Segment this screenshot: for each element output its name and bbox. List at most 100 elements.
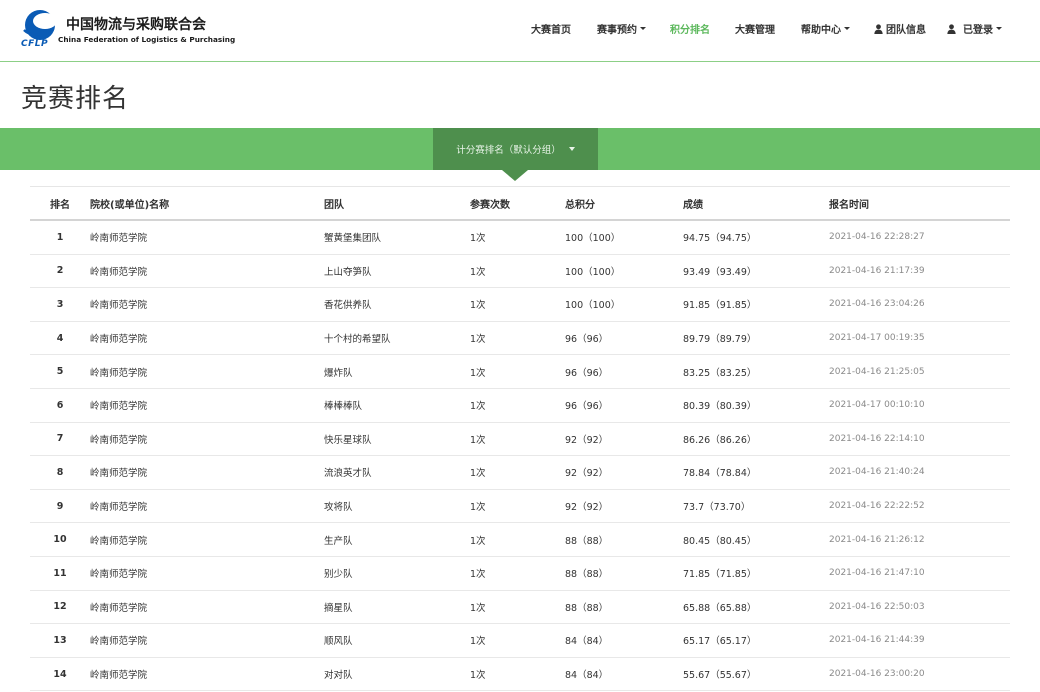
cell-result: 80.45（80.45） — [683, 522, 829, 557]
cell-rank: 12 — [30, 590, 90, 625]
cell-rank: 13 — [30, 623, 90, 658]
cell-school-name: 岭南师范学院 — [90, 522, 324, 557]
column-header-rank: 排名 — [30, 186, 90, 221]
cell-team-name: 生产队 — [324, 522, 470, 557]
nav-label: 帮助中心 — [801, 25, 841, 36]
cell-school-name: 岭南师范学院 — [90, 254, 324, 289]
cell-total-score: 88（88） — [565, 590, 683, 625]
cell-participation-count: 1次 — [470, 321, 565, 356]
cell-school-name: 岭南师范学院 — [90, 590, 324, 625]
cell-total-score: 96（96） — [565, 321, 683, 356]
cell-participation-count: 1次 — [470, 657, 565, 692]
cell-team-name: 快乐星球队 — [324, 422, 470, 457]
cell-total-score: 96（96） — [565, 354, 683, 389]
nav-item-ranking[interactable]: 积分排名 — [670, 21, 710, 36]
cell-total-score: 92（92） — [565, 455, 683, 490]
column-header-school-name: 院校(或单位)名称 — [90, 186, 324, 221]
page-title: 竞赛排名 — [21, 84, 130, 114]
nav-item-management[interactable]: 大赛管理 — [735, 21, 775, 36]
cell-rank: 5 — [30, 354, 90, 389]
cell-rank: 14 — [30, 657, 90, 692]
cell-school-name: 岭南师范学院 — [90, 220, 324, 255]
cell-signup-time: 2021-04-16 22:22:52 — [829, 489, 1010, 524]
caret-down-icon — [844, 27, 850, 30]
cell-team-name: 摘星队 — [324, 590, 470, 625]
cell-rank: 1 — [30, 220, 90, 255]
cell-rank: 3 — [30, 287, 90, 322]
cell-participation-count: 1次 — [470, 254, 565, 289]
cell-team-name: 顺风队 — [324, 623, 470, 658]
cell-signup-time: 2021-04-16 22:28:27 — [829, 220, 1010, 255]
cell-signup-time: 2021-04-16 22:14:10 — [829, 422, 1010, 457]
group-selector-label: 计分赛排名（默认分组） — [456, 145, 561, 156]
cell-team-name: 攻将队 — [324, 489, 470, 524]
cell-rank: 6 — [30, 388, 90, 423]
cell-total-score: 84（84） — [565, 623, 683, 658]
group-selector-dropdown[interactable]: 计分赛排名（默认分组） — [433, 128, 598, 170]
column-header-team-name: 团队 — [324, 186, 470, 221]
nav-item-home[interactable]: 大赛首页 — [531, 21, 571, 36]
main-nav: 大赛首页 赛事预约 积分排名 大赛管理 帮助中心 团队信息 已登录 — [0, 0, 1040, 58]
table-row: 7 岭南师范学院 快乐星球队 1次 92（92） 86.26（86.26） 2021-04-… — [30, 422, 1010, 457]
table-header-row: 排名 院校(或单位)名称 团队 参赛次数 总积分 成绩 报名时间 — [30, 186, 1010, 221]
caret-down-icon — [640, 27, 646, 30]
cell-signup-time: 2021-04-17 00:19:35 — [829, 321, 1010, 356]
cell-team-name: 流浪英才队 — [324, 455, 470, 490]
cell-participation-count: 1次 — [470, 590, 565, 625]
cell-result: 93.49（93.49） — [683, 254, 829, 289]
nav-label: 积分排名 — [670, 25, 710, 36]
table-row: 8 岭南师范学院 流浪英才队 1次 92（92） 78.84（78.84） 2021-04-… — [30, 455, 1010, 490]
cell-team-name: 香花供养队 — [324, 287, 470, 322]
cell-signup-time: 2021-04-16 21:25:05 — [829, 354, 1010, 389]
nav-item-user-menu[interactable]: 已登录 — [947, 21, 1002, 36]
cell-signup-time: 2021-04-16 21:26:12 — [829, 522, 1010, 557]
cell-participation-count: 1次 — [470, 556, 565, 591]
cell-signup-time: 2021-04-16 23:04:26 — [829, 287, 1010, 322]
cell-signup-time: 2021-04-17 00:10:10 — [829, 388, 1010, 423]
nav-label: 团队信息 — [886, 25, 926, 36]
table-row: 10 岭南师范学院 生产队 1次 88（88） 80.45（80.45） 2021-04-1… — [30, 522, 1010, 557]
cell-participation-count: 1次 — [470, 422, 565, 457]
cell-total-score: 96（96） — [565, 388, 683, 423]
table-row: 2 岭南师范学院 上山夺笋队 1次 100（100） 93.49（93.49） 2021-0… — [30, 254, 1010, 289]
cell-school-name: 岭南师范学院 — [90, 489, 324, 524]
cell-school-name: 岭南师范学院 — [90, 388, 324, 423]
cell-rank: 7 — [30, 422, 90, 457]
cell-signup-time: 2021-04-16 23:00:20 — [829, 657, 1010, 692]
selector-pointer-arrow — [502, 170, 528, 181]
table-row: 13 岭南师范学院 顺风队 1次 84（84） 65.17（65.17） 2021-04-1… — [30, 623, 1010, 658]
cell-school-name: 岭南师范学院 — [90, 455, 324, 490]
cell-school-name: 岭南师范学院 — [90, 657, 324, 692]
nav-item-team-info[interactable]: 团队信息 — [874, 21, 926, 36]
cell-result: 86.26（86.26） — [683, 422, 829, 457]
cell-team-name: 别少队 — [324, 556, 470, 591]
cell-participation-count: 1次 — [470, 489, 565, 524]
cell-signup-time: 2021-04-16 22:50:03 — [829, 590, 1010, 625]
cell-school-name: 岭南师范学院 — [90, 287, 324, 322]
cell-participation-count: 1次 — [470, 220, 565, 255]
cell-rank: 9 — [30, 489, 90, 524]
nav-label: 大赛管理 — [735, 25, 775, 36]
nav-item-booking[interactable]: 赛事预约 — [597, 21, 646, 36]
cell-result: 55.67（55.67） — [683, 657, 829, 692]
cell-rank: 4 — [30, 321, 90, 356]
ranking-table-container: 排名 院校(或单位)名称 团队 参赛次数 总积分 成绩 报名时间 1 岭南师范学院 蟹黄堡集团队… — [30, 186, 1010, 692]
caret-down-icon — [996, 27, 1002, 30]
cell-total-score: 84（84） — [565, 657, 683, 692]
table-body: 1 岭南师范学院 蟹黄堡集团队 1次 100（100） 94.75（94.75） 2021-… — [30, 220, 1010, 692]
cell-team-name: 对对队 — [324, 657, 470, 692]
cell-team-name: 上山夺笋队 — [324, 254, 470, 289]
cell-school-name: 岭南师范学院 — [90, 623, 324, 658]
cell-result: 65.17（65.17） — [683, 623, 829, 658]
cell-result: 89.79（89.79） — [683, 321, 829, 356]
nav-item-help[interactable]: 帮助中心 — [801, 21, 850, 36]
cell-result: 71.85（71.85） — [683, 556, 829, 591]
cell-total-score: 92（92） — [565, 489, 683, 524]
nav-label: 大赛首页 — [531, 25, 571, 36]
cell-total-score: 92（92） — [565, 422, 683, 457]
table-row: 6 岭南师范学院 棒棒棒队 1次 96（96） 80.39（80.39） 2021-04-1… — [30, 388, 1010, 423]
cell-result: 83.25（83.25） — [683, 354, 829, 389]
cell-participation-count: 1次 — [470, 388, 565, 423]
cell-team-name: 蟹黄堡集团队 — [324, 220, 470, 255]
cell-result: 78.84（78.84） — [683, 455, 829, 490]
